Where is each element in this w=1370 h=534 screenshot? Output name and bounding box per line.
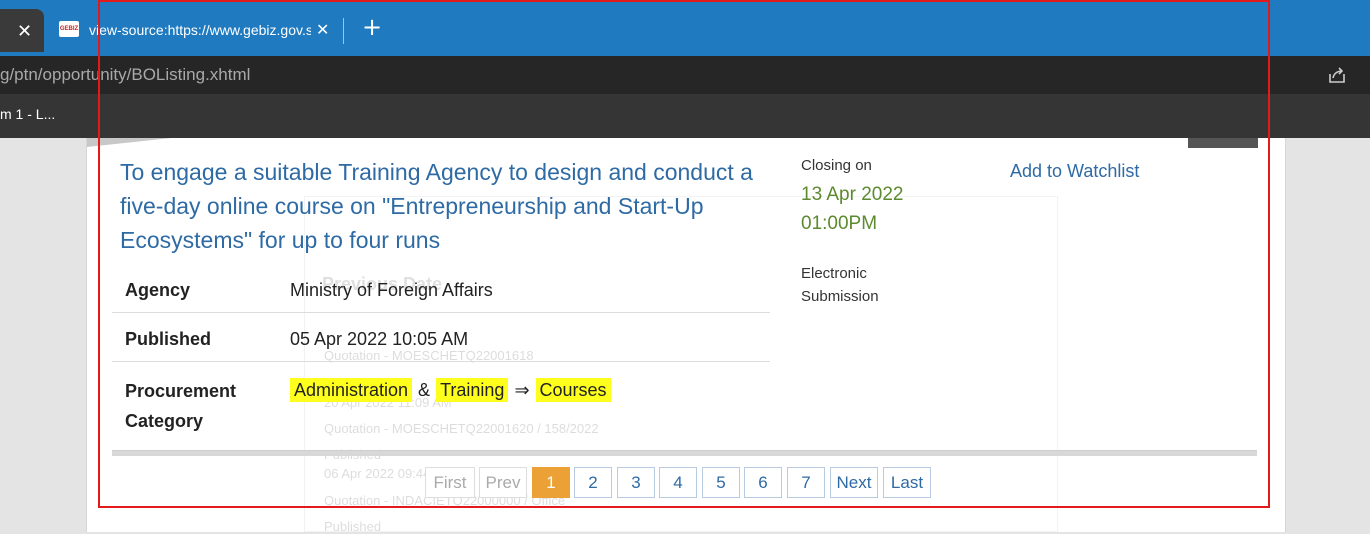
closing-date-value: 13 Apr 2022 — [801, 184, 904, 205]
closing-label: Closing on — [801, 157, 872, 174]
opportunity-title[interactable]: To engage a suitable Training Agency to … — [120, 155, 760, 257]
prev-page-button[interactable]: Prev — [479, 467, 527, 498]
page-button-5[interactable]: 5 — [702, 467, 740, 498]
procurement-label-line: Category — [125, 411, 204, 431]
agency-label: Agency — [125, 280, 191, 300]
procurement-label-line: Procurement — [125, 381, 237, 401]
category-highlight: Courses — [535, 378, 611, 402]
ghost-line: Quotation - MOESCHETQ22001620 / 158/2022 — [324, 421, 599, 436]
tab-title: view-source:https://www.gebiz.gov.sg — [89, 22, 311, 38]
tab-separator — [343, 18, 344, 44]
browser-tab-active[interactable]: GEBIZ view-source:https://www.gebiz.gov.… — [50, 9, 342, 52]
submission-method: Electronic Submission — [801, 262, 941, 308]
section-divider — [112, 450, 1257, 456]
page-button-4[interactable]: 4 — [659, 467, 697, 498]
page-button-7[interactable]: 7 — [787, 467, 825, 498]
last-page-button[interactable]: Last — [883, 467, 931, 498]
close-icon[interactable]: ✕ — [17, 21, 32, 42]
address-bar: g/ptn/opportunity/BOListing.xhtml ⋮ — [0, 56, 1370, 94]
more-icon[interactable]: ⋮ — [1364, 66, 1370, 83]
category-separator: & — [418, 380, 431, 400]
category-highlight: Administration — [290, 378, 413, 402]
page-button-6[interactable]: 6 — [744, 467, 782, 498]
row-divider — [112, 312, 770, 313]
submission-line: Submission — [801, 288, 879, 305]
share-icon[interactable] — [1327, 65, 1347, 85]
add-to-watchlist-link[interactable]: Add to Watchlist — [1010, 161, 1139, 182]
decorative-corner — [87, 138, 171, 147]
submission-line: Electronic — [801, 265, 867, 282]
closing-date: 13 Apr 2022 01:00PM — [801, 180, 961, 238]
first-page-button[interactable]: First — [425, 467, 475, 498]
browser-tab-previous[interactable]: ✕ — [0, 9, 44, 52]
procurement-category-value: Administration & Training ⇒ Courses — [290, 377, 611, 403]
browser-tab-bar: ✕ GEBIZ view-source:https://www.gebiz.go… — [0, 0, 1370, 56]
category-highlight: Training — [436, 378, 509, 402]
closing-time-value: 01:00PM — [801, 213, 878, 234]
row-divider — [112, 361, 770, 362]
arrow-icon: ⇒ — [514, 380, 530, 400]
plus-icon[interactable]: + — [362, 15, 382, 39]
next-page-button[interactable]: Next — [830, 467, 878, 498]
agency-value: Ministry of Foreign Affairs — [290, 280, 493, 300]
page-button-3[interactable]: 3 — [617, 467, 655, 498]
bookmarks-bar: m 1 - L... — [0, 94, 1370, 138]
decorative-dark-tab — [1188, 138, 1258, 148]
page-button-1[interactable]: 1 — [532, 467, 570, 498]
url-field[interactable]: g/ptn/opportunity/BOListing.xhtml — [0, 65, 250, 85]
published-label: Published — [125, 329, 212, 349]
published-value: 05 Apr 2022 10:05 AM — [290, 329, 469, 349]
gebiz-favicon-icon: GEBIZ — [59, 21, 79, 37]
procurement-category-label: Procurement Category — [125, 376, 236, 436]
page-button-2[interactable]: 2 — [574, 467, 612, 498]
bookmark-item[interactable]: m 1 - L... — [0, 106, 55, 122]
close-icon[interactable]: ✕ — [316, 20, 329, 39]
